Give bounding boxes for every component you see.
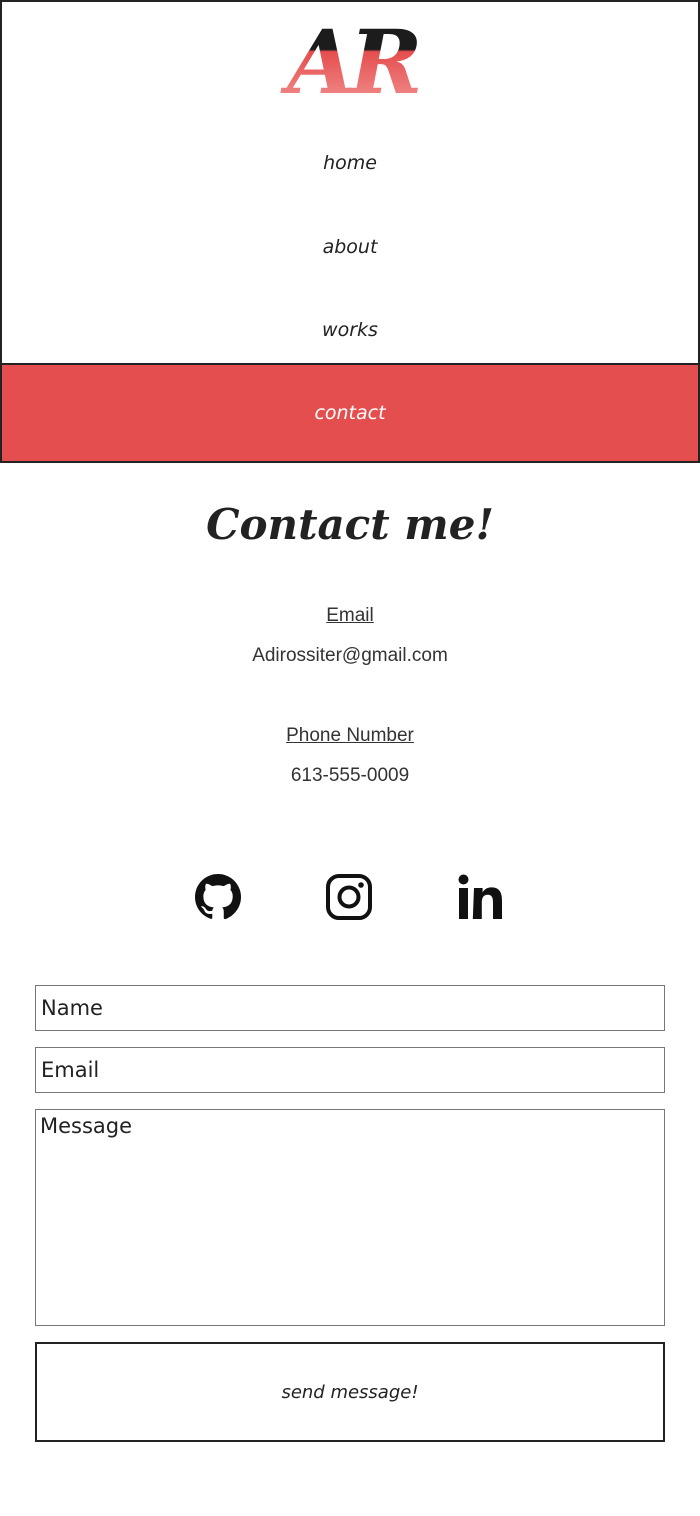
page-title: Contact me! [206,500,494,549]
email-field[interactable] [35,1047,665,1093]
email-value: Adirossiter@gmail.com [252,645,448,666]
email-label: Email [326,605,374,626]
nav-link-contact-label: contact [314,402,386,424]
name-field[interactable] [35,985,665,1031]
instagram-icon[interactable] [325,873,373,921]
phone-label: Phone Number [286,725,414,746]
nav-link-works[interactable]: works [2,319,698,341]
send-message-button[interactable]: send message! [35,1342,665,1442]
nav-link-contact[interactable]: contact [2,363,698,461]
phone-value: 613-555-0009 [290,765,410,786]
svg-text:AR: AR [280,14,418,100]
ar-logo[interactable]: AR [272,14,432,100]
message-field[interactable] [35,1109,665,1326]
nav-link-about[interactable]: about [2,236,698,258]
github-icon[interactable] [194,873,242,921]
nav-link-home[interactable]: home [2,152,698,174]
linkedin-icon[interactable] [457,873,505,921]
navigation-panel: AR home about works contact [0,0,700,463]
